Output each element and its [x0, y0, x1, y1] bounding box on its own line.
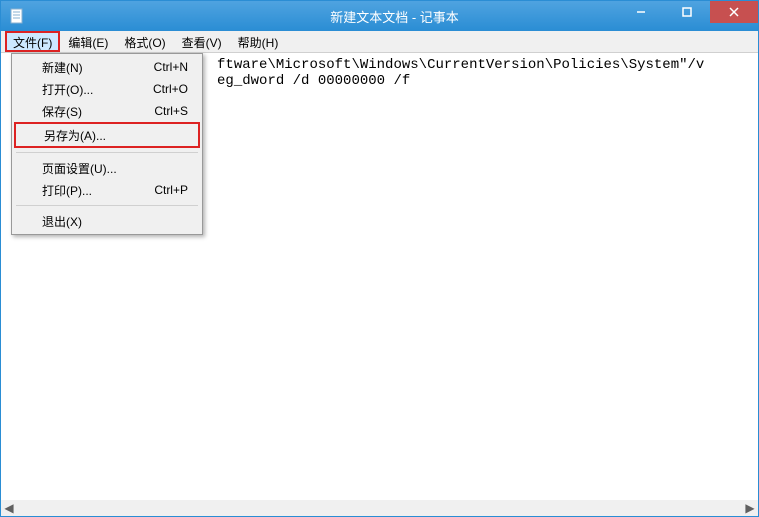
menu-separator	[16, 152, 198, 153]
menu-file[interactable]: 文件(F)	[5, 31, 60, 52]
menu-item-label: 打印(P)...	[42, 182, 92, 199]
menu-item-shortcut: Ctrl+P	[154, 183, 188, 197]
menu-new[interactable]: 新建(N) Ctrl+N	[14, 56, 200, 78]
menu-separator	[16, 205, 198, 206]
scroll-left-icon[interactable]: ◀	[1, 500, 17, 516]
menu-item-label: 打开(O)...	[42, 81, 93, 98]
menu-format[interactable]: 格式(O)	[116, 31, 173, 52]
menu-item-label: 退出(X)	[42, 213, 82, 230]
menu-edit[interactable]: 编辑(E)	[60, 31, 116, 52]
menu-item-label: 另存为(A)...	[44, 127, 106, 144]
menu-item-shortcut: Ctrl+S	[154, 104, 188, 118]
menu-page-setup[interactable]: 页面设置(U)...	[14, 157, 200, 179]
menu-item-shortcut: Ctrl+O	[153, 82, 188, 96]
menu-item-shortcut: Ctrl+N	[154, 60, 188, 74]
close-button[interactable]	[710, 1, 758, 23]
horizontal-scrollbar[interactable]: ◀ ▶	[1, 500, 758, 516]
menu-print[interactable]: 打印(P)... Ctrl+P	[14, 179, 200, 201]
notepad-window: 新建文本文档 - 记事本 文件(F) 编辑(E) 格式(O) 查看(V) 帮助(…	[0, 0, 759, 517]
menu-save-as[interactable]: 另存为(A)...	[14, 122, 200, 148]
minimize-button[interactable]	[618, 1, 664, 23]
menu-item-label: 新建(N)	[42, 59, 83, 76]
file-menu-dropdown: 新建(N) Ctrl+N 打开(O)... Ctrl+O 保存(S) Ctrl+…	[11, 53, 203, 235]
menu-view[interactable]: 查看(V)	[174, 31, 230, 52]
window-controls	[618, 1, 758, 23]
menu-exit[interactable]: 退出(X)	[14, 210, 200, 232]
titlebar[interactable]: 新建文本文档 - 记事本	[1, 1, 758, 31]
menu-item-label: 保存(S)	[42, 103, 82, 120]
menu-open[interactable]: 打开(O)... Ctrl+O	[14, 78, 200, 100]
menu-save[interactable]: 保存(S) Ctrl+S	[14, 100, 200, 122]
menu-item-label: 页面设置(U)...	[42, 160, 117, 177]
scroll-right-icon[interactable]: ▶	[742, 500, 758, 516]
notepad-icon	[9, 8, 25, 24]
menubar: 文件(F) 编辑(E) 格式(O) 查看(V) 帮助(H)	[1, 31, 758, 53]
menu-help[interactable]: 帮助(H)	[230, 31, 287, 52]
maximize-button[interactable]	[664, 1, 710, 23]
